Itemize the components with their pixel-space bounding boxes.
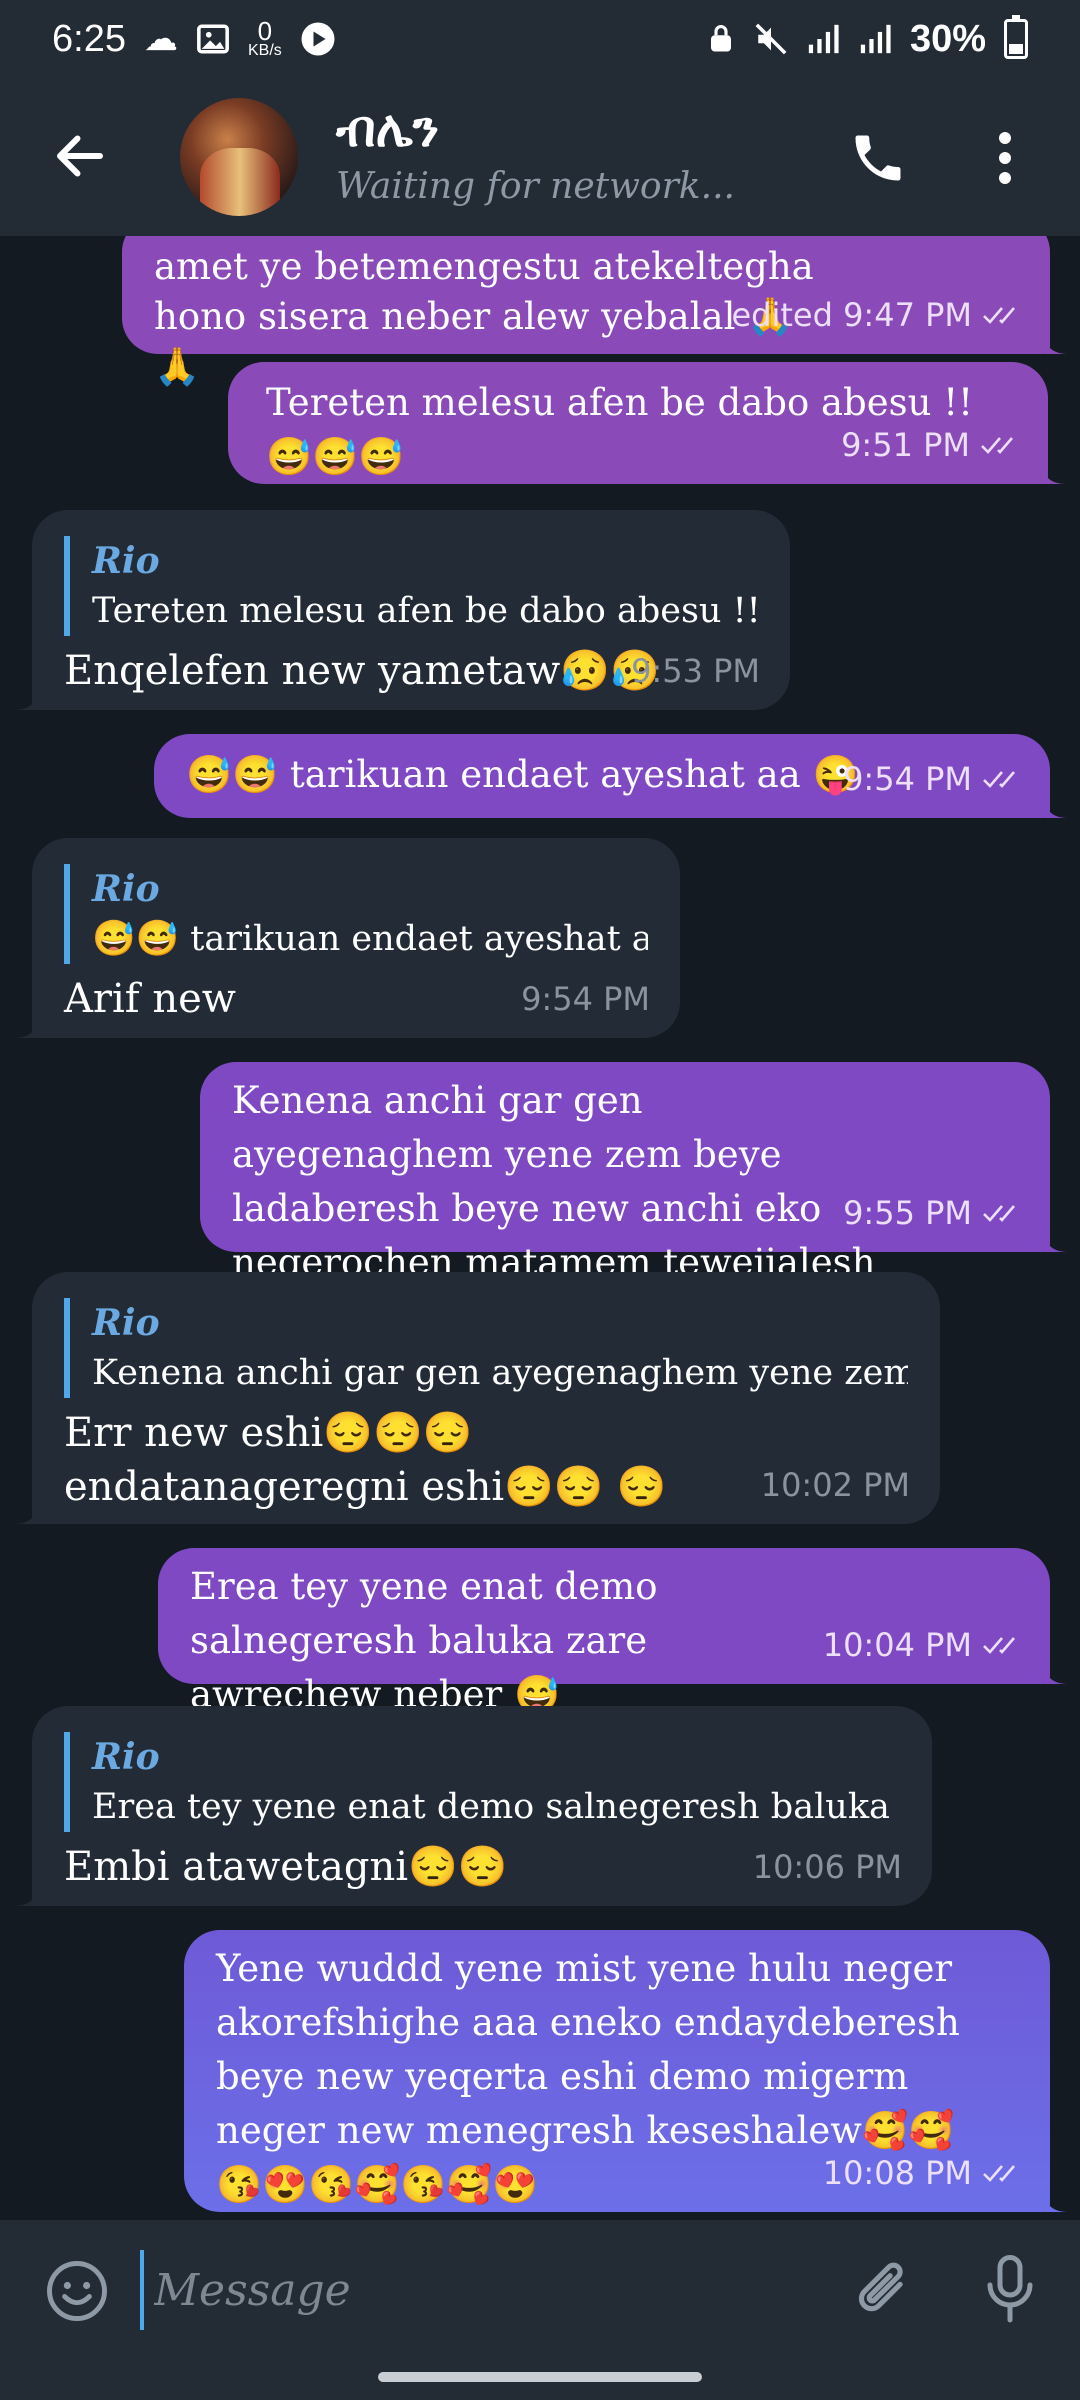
status-bar: 6:25 ☁ 0 KB/s 30% <box>0 0 1080 78</box>
reply-text: Tereten melesu afen be dabo abesu !!😅😅😅 <box>92 591 758 631</box>
message-time: 9:54 PM <box>843 760 972 798</box>
reply-preview[interactable]: Rio Kenena anchi gar gen ayegenaghem yen… <box>64 1298 908 1398</box>
incoming-message[interactable]: Rio Erea tey yene enat demo salnegeresh … <box>14 1706 932 1906</box>
signal-icon <box>860 24 891 54</box>
message-meta: 9:51 PM <box>841 418 1026 472</box>
reply-author: Rio <box>92 540 160 582</box>
chat-header: ብሌን Waiting for network... <box>0 78 1080 236</box>
double-check-icon <box>983 1637 1015 1654</box>
lock-icon <box>710 25 731 52</box>
microphone-icon[interactable] <box>980 2250 1040 2330</box>
message-time: 10:08 PM <box>822 2154 972 2192</box>
double-check-icon <box>983 307 1015 324</box>
incoming-message[interactable]: Rio Tereten melesu afen be dabo abesu !!… <box>14 510 790 710</box>
reply-text: Kenena anchi gar gen ayegenaghem yene ze… <box>92 1353 908 1393</box>
gallery-icon <box>197 24 229 54</box>
message-time: 9:51 PM <box>841 426 970 464</box>
battery-percent: 30% <box>909 17 986 60</box>
message-time: edited 9:47 PM <box>731 296 972 334</box>
paperclip-icon[interactable] <box>848 2250 918 2330</box>
status-time: 6:25 <box>52 17 126 60</box>
bubble-tail <box>1044 1228 1068 1252</box>
message-meta: 10:02 PM <box>761 1458 910 1512</box>
chat-title[interactable]: ብሌን <box>336 100 439 159</box>
message-meta: 9:53 PM <box>631 644 760 698</box>
status-right: 30% <box>706 15 1028 61</box>
outgoing-message[interactable]: Kenena anchi gar gen ayegenaghem yene ze… <box>200 1062 1068 1338</box>
message-time: 9:54 PM <box>521 980 650 1018</box>
avatar[interactable] <box>180 98 298 216</box>
signal-icon <box>808 24 839 54</box>
bubble-tail <box>1042 460 1066 484</box>
bubble-tail <box>1044 330 1068 354</box>
gesture-nav-handle[interactable] <box>378 2372 702 2382</box>
message-meta: 9:54 PM <box>521 972 650 1026</box>
bubble-tail <box>14 1882 38 1906</box>
reply-preview[interactable]: Rio Erea tey yene enat demo salnegeresh … <box>64 1732 900 1832</box>
input-bar <box>0 2220 1080 2400</box>
reply-text: Erea tey yene enat demo salnegeresh balu… <box>92 1787 900 1827</box>
play-icon <box>301 22 335 56</box>
bubble-tail <box>1044 1660 1068 1684</box>
reply-author: Rio <box>92 868 160 910</box>
phone-icon[interactable] <box>848 128 908 188</box>
message-list[interactable]: amet ye betemengestu atekeltegha hono si… <box>0 236 1080 2220</box>
net-speed-value: 0 <box>257 16 273 46</box>
reply-text: 😅😅 tarikuan endaet ayeshat aa 😜 <box>92 919 648 959</box>
message-meta: 9:54 PM <box>843 752 1028 806</box>
net-speed-unit: KB/s <box>247 42 282 59</box>
status-left: 6:25 ☁ 0 KB/s <box>52 18 336 61</box>
reply-author: Rio <box>92 1302 160 1344</box>
outgoing-message[interactable]: amet ye betemengestu atekeltegha hono si… <box>122 236 1068 388</box>
battery-icon <box>1004 15 1028 59</box>
double-check-icon <box>983 1205 1015 1222</box>
message-meta: edited 9:47 PM <box>731 288 1028 342</box>
outgoing-message[interactable]: 😅😅 tarikuan endaet ayeshat aa 😜 9:54 PM <box>154 734 1068 818</box>
double-check-icon <box>983 2165 1015 2182</box>
outgoing-message[interactable]: Tereten melesu afen be dabo abesu !!😅😅😅 … <box>228 362 1066 484</box>
reply-preview[interactable]: Rio Tereten melesu afen be dabo abesu !!… <box>64 536 758 636</box>
message-meta: 10:06 PM <box>753 1840 902 1894</box>
reply-author: Rio <box>92 1736 160 1778</box>
message-meta: 9:55 PM <box>843 1186 1028 1240</box>
message-time: 9:53 PM <box>631 652 760 690</box>
net-speed: 0 KB/s <box>247 16 282 59</box>
double-check-icon <box>983 771 1015 788</box>
chat-status: Waiting for network... <box>336 166 735 207</box>
bubble-tail <box>14 1014 38 1038</box>
message-input[interactable] <box>140 2250 800 2330</box>
message-time: 10:02 PM <box>760 1466 910 1504</box>
outgoing-message[interactable]: Erea tey yene enat demo salnegeresh balu… <box>158 1548 1068 1716</box>
bubble-tail <box>1044 794 1068 818</box>
message-time: 10:06 PM <box>752 1848 902 1886</box>
bubble-tail <box>14 1500 38 1524</box>
message-time: 10:04 PM <box>822 1626 972 1664</box>
cloud-icon: ☁ <box>143 20 178 58</box>
back-arrow-icon[interactable] <box>50 126 110 186</box>
message-time: 9:55 PM <box>843 1194 972 1232</box>
incoming-message[interactable]: Rio 😅😅 tarikuan endaet ayeshat aa 😜 Arif… <box>14 838 680 1038</box>
reply-preview[interactable]: Rio 😅😅 tarikuan endaet ayeshat aa 😜 <box>64 864 648 964</box>
incoming-message[interactable]: Rio Kenena anchi gar gen ayegenaghem yen… <box>14 1272 940 1524</box>
bubble-tail <box>1044 2188 1068 2212</box>
emoji-icon[interactable] <box>44 2258 110 2324</box>
more-vert-icon[interactable] <box>990 128 1020 188</box>
message-meta: 10:04 PM <box>823 1618 1028 1672</box>
double-check-icon <box>981 437 1013 454</box>
bubble-tail <box>14 686 38 710</box>
message-meta: 10:08 PM <box>823 2146 1028 2200</box>
outgoing-message[interactable]: Yene wuddd yene mist yene hulu neger ako… <box>184 1930 1068 2212</box>
mute-icon <box>755 23 787 55</box>
